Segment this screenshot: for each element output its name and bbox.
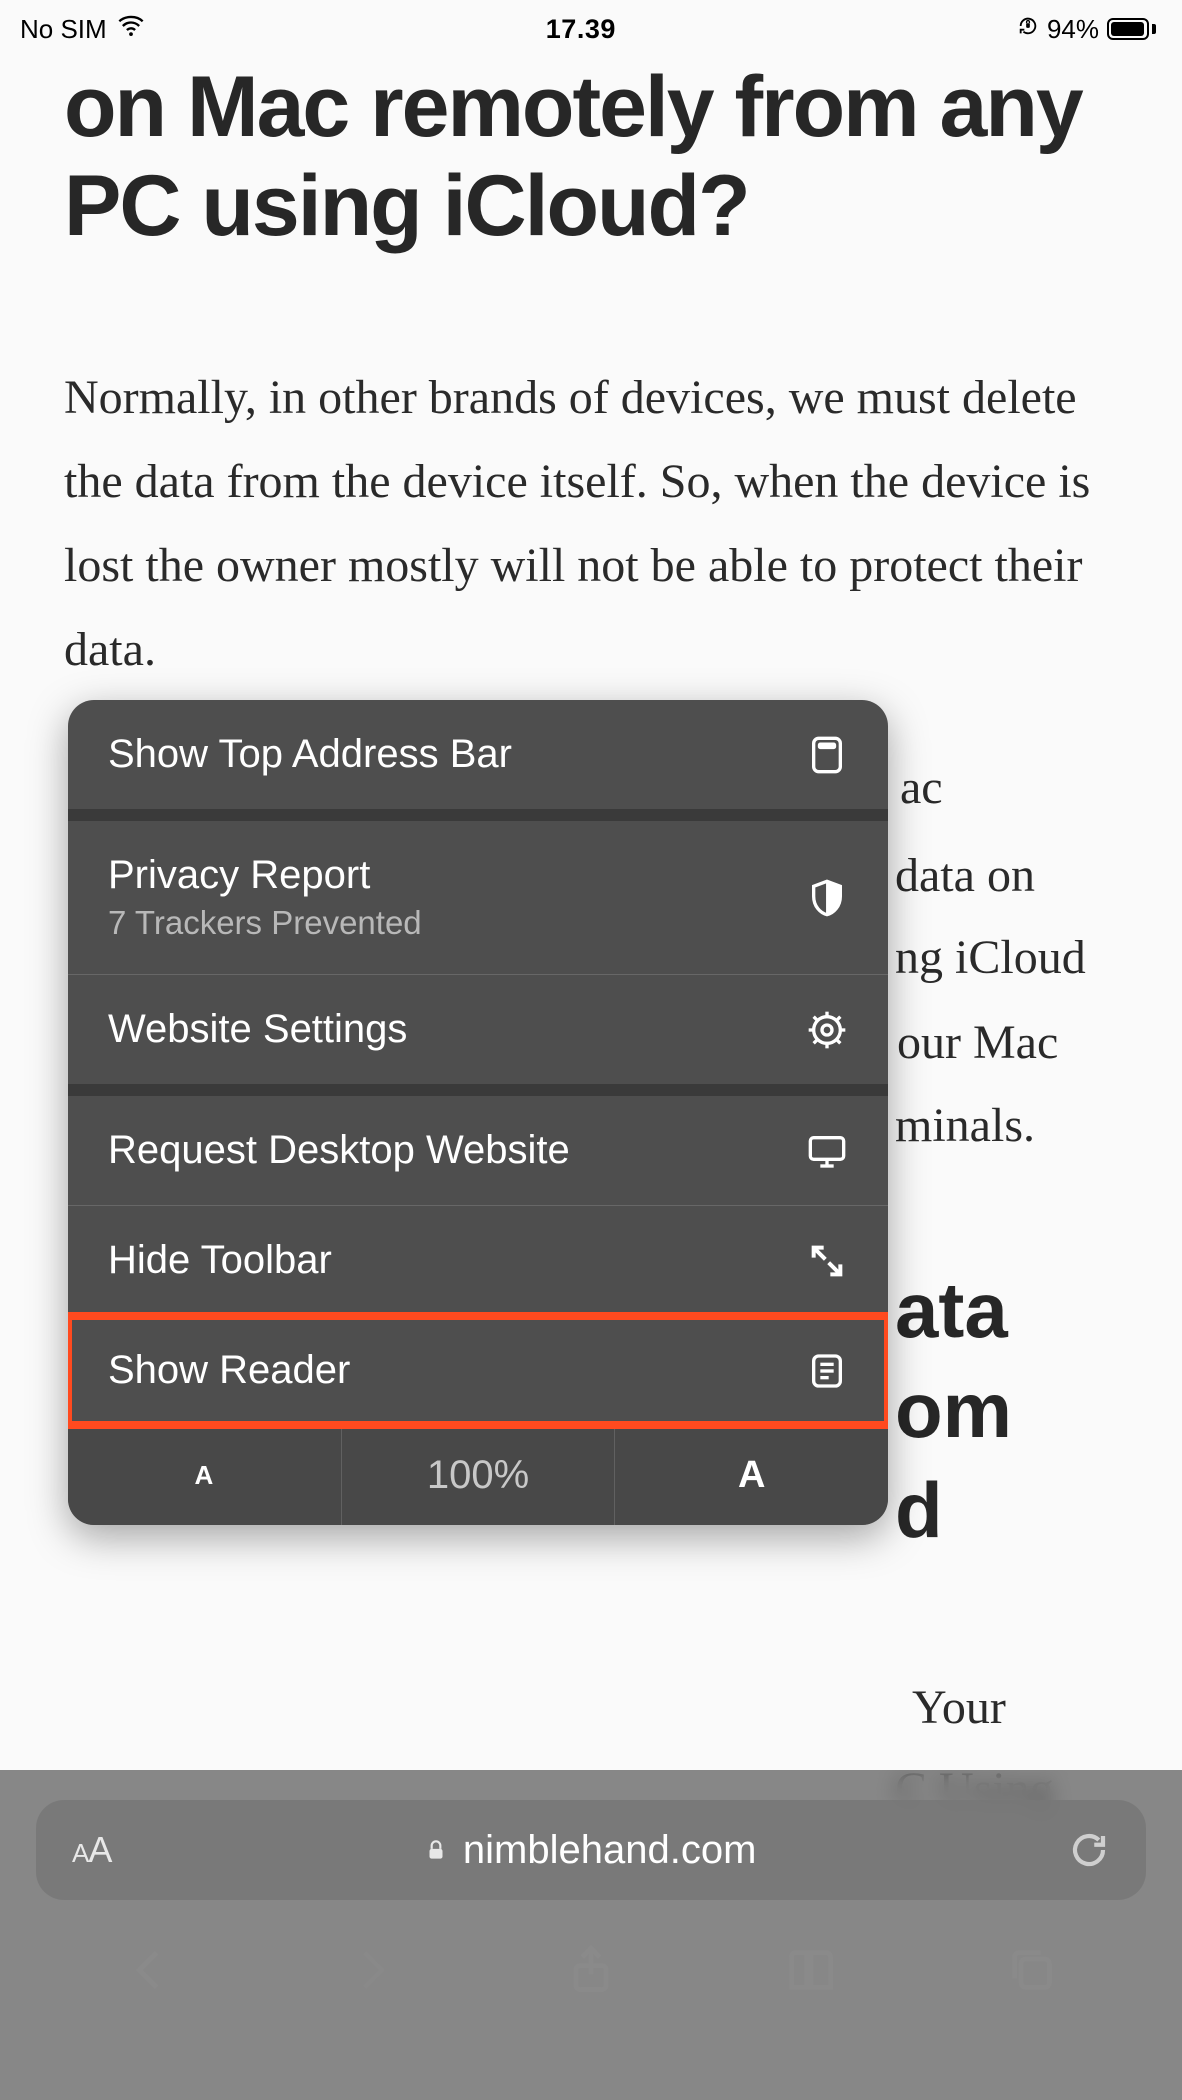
- menu-label: Request Desktop Website: [108, 1128, 570, 1173]
- paragraph: Normally, in other brands of devices, we…: [64, 356, 1118, 692]
- carrier-label: No SIM: [20, 14, 107, 45]
- subheading-fragment: om: [895, 1365, 1012, 1456]
- tabs-button[interactable]: [992, 1930, 1072, 2010]
- menu-request-desktop-website[interactable]: Request Desktop Website: [68, 1096, 888, 1205]
- bottom-toolbar: AA nimblehand.com: [0, 1770, 1182, 2100]
- menu-privacy-report[interactable]: Privacy Report 7 Trackers Prevented: [68, 821, 888, 974]
- browser-tab-bar: [0, 1900, 1182, 2030]
- menu-hide-toolbar[interactable]: Hide Toolbar: [68, 1206, 888, 1315]
- battery-percent: 94%: [1047, 14, 1099, 45]
- bookmarks-button[interactable]: [771, 1930, 851, 2010]
- page-content: on Mac remotely from any PC using iCloud…: [0, 48, 1182, 692]
- status-left: No SIM: [20, 12, 145, 47]
- menu-website-settings[interactable]: Website Settings: [68, 975, 888, 1084]
- zoom-controls: A 100% A: [68, 1425, 888, 1525]
- menu-label: Show Top Address Bar: [108, 732, 512, 777]
- text-big-a-icon: A: [738, 1454, 765, 1497]
- menu-show-reader[interactable]: Show Reader: [68, 1316, 888, 1425]
- menu-label: Privacy Report: [108, 853, 422, 898]
- menu-label: Website Settings: [108, 1007, 407, 1052]
- wifi-icon: [117, 12, 145, 47]
- text-fragment: minals.: [895, 1098, 1035, 1153]
- zoom-decrease-button[interactable]: A: [68, 1426, 341, 1525]
- back-button[interactable]: [110, 1930, 190, 2010]
- menu-sublabel: 7 Trackers Prevented: [108, 904, 422, 942]
- text-fragment: Your: [912, 1680, 1006, 1735]
- refresh-button[interactable]: [1068, 1829, 1110, 1871]
- battery-icon: [1107, 18, 1156, 40]
- share-button[interactable]: [551, 1930, 631, 2010]
- shield-icon: [806, 877, 848, 919]
- orientation-lock-icon: [1017, 15, 1039, 43]
- menu-separator: [68, 1084, 888, 1096]
- page-settings-menu: Show Top Address Bar Privacy Report 7 Tr…: [68, 700, 888, 1525]
- desktop-icon: [806, 1130, 848, 1172]
- subheading-fragment: ata: [895, 1265, 1008, 1356]
- reader-icon: [806, 1350, 848, 1392]
- status-bar: No SIM 17.39 94%: [0, 0, 1182, 48]
- address-bar[interactable]: AA nimblehand.com: [36, 1800, 1146, 1900]
- gear-icon: [806, 1009, 848, 1051]
- page-title: on Mac remotely from any PC using iCloud…: [64, 58, 1118, 256]
- status-time: 17.39: [546, 14, 616, 45]
- text-fragment: ac: [900, 760, 943, 815]
- url-display[interactable]: nimblehand.com: [111, 1828, 1068, 1873]
- text-fragment: data on: [895, 848, 1035, 903]
- menu-label: Hide Toolbar: [108, 1238, 332, 1283]
- status-right: 94%: [1017, 14, 1156, 45]
- menu-label: Show Reader: [108, 1348, 350, 1393]
- url-domain: nimblehand.com: [463, 1828, 757, 1873]
- zoom-reset-button[interactable]: 100%: [341, 1426, 615, 1525]
- forward-button[interactable]: [331, 1930, 411, 2010]
- text-fragment: ng iCloud: [895, 930, 1086, 985]
- page-settings-button[interactable]: AA: [72, 1829, 111, 1871]
- text-fragment: our Mac: [897, 1015, 1058, 1070]
- menu-separator: [68, 809, 888, 821]
- lock-icon: [423, 1828, 449, 1873]
- menu-show-top-address-bar[interactable]: Show Top Address Bar: [68, 700, 888, 809]
- zoom-value: 100%: [427, 1453, 529, 1498]
- zoom-increase-button[interactable]: A: [614, 1426, 888, 1525]
- text-small-a-icon: A: [194, 1460, 214, 1491]
- subheading-fragment: d: [895, 1465, 943, 1556]
- expand-arrows-icon: [806, 1240, 848, 1282]
- address-bar-top-icon: [806, 734, 848, 776]
